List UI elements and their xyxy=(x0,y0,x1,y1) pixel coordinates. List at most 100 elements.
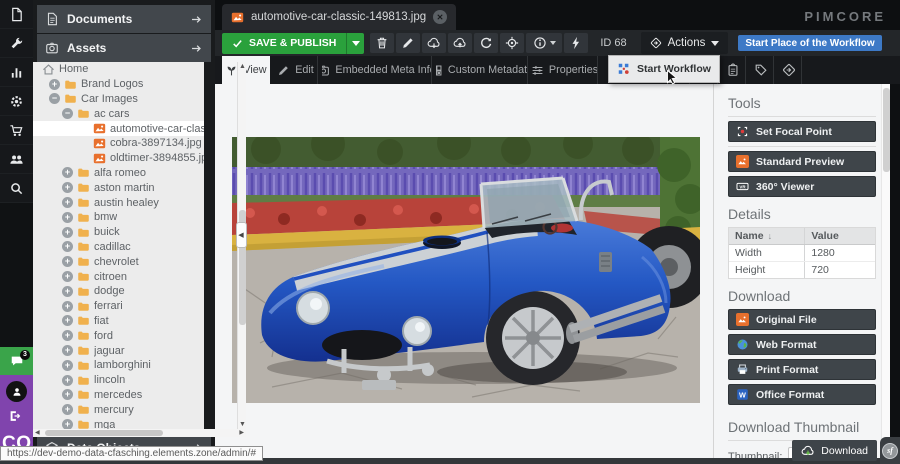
info-button[interactable] xyxy=(526,33,562,53)
tree-item[interactable]: +mercury xyxy=(33,402,204,417)
scrollbar-thumb[interactable] xyxy=(883,88,890,172)
tree-item[interactable]: +citroen xyxy=(33,269,204,284)
collapse-icon[interactable]: − xyxy=(62,108,73,119)
reload-button[interactable] xyxy=(474,33,498,53)
lightning-button[interactable] xyxy=(564,33,588,53)
document-icon[interactable] xyxy=(0,0,33,29)
tree-item[interactable]: Home xyxy=(33,62,204,77)
chat-button[interactable]: 3 xyxy=(0,347,33,375)
user-avatar-button[interactable] xyxy=(6,381,27,402)
tree-item[interactable]: −Car Images xyxy=(33,92,204,107)
save-publish-button[interactable]: SAVE & PUBLISH xyxy=(222,33,364,54)
tab-workflow[interactable] xyxy=(776,56,802,84)
edit-button[interactable] xyxy=(396,33,420,53)
print-format-button[interactable]: Print Format xyxy=(728,359,876,380)
expand-icon[interactable]: + xyxy=(62,345,73,356)
assets-panel-header[interactable]: Assets xyxy=(37,34,211,62)
tree-item[interactable]: +buick xyxy=(33,225,204,240)
tree-item[interactable]: +Brand Logos xyxy=(33,77,204,92)
expand-icon[interactable]: + xyxy=(62,389,73,400)
expand-icon[interactable]: + xyxy=(62,404,73,415)
asset-tab[interactable]: automotive-car-classic-149813.jpg xyxy=(222,4,456,30)
set-focal-point-button[interactable]: Set Focal Point xyxy=(728,121,876,142)
download-button[interactable]: Download xyxy=(792,440,877,461)
tree-item[interactable]: +chevrolet xyxy=(33,254,204,269)
360-viewer-button[interactable]: 360° Viewer xyxy=(728,176,876,197)
scroll-up-icon[interactable]: ▲ xyxy=(238,63,247,70)
expand-icon[interactable]: + xyxy=(62,212,73,223)
scroll-left-icon[interactable]: ◀ xyxy=(35,429,40,437)
tab-properties[interactable]: Properties xyxy=(532,56,598,84)
cloud-upload-button[interactable] xyxy=(448,33,472,53)
tree-item[interactable]: +austin healey xyxy=(33,195,204,210)
tab-custom-metadata[interactable]: Custom Metadata xyxy=(436,56,528,84)
expand-icon[interactable]: + xyxy=(62,167,73,178)
tree-item[interactable]: +cadillac xyxy=(33,240,204,255)
tree-item[interactable]: cobra-3897134.jpg xyxy=(33,136,204,151)
tree-item[interactable]: +mercedes xyxy=(33,388,204,403)
tab-edit[interactable]: Edit xyxy=(274,56,318,84)
expand-icon[interactable]: + xyxy=(62,419,73,429)
table-row[interactable]: Height720 xyxy=(729,262,875,278)
expand-icon[interactable]: + xyxy=(62,360,73,371)
trash-button[interactable] xyxy=(370,33,394,53)
tree-item[interactable]: +lincoln xyxy=(33,373,204,388)
tools-icon[interactable] xyxy=(0,29,33,58)
expand-icon[interactable]: + xyxy=(62,227,73,238)
expand-panel-icon[interactable] xyxy=(190,42,203,55)
tree-item[interactable]: +lamborghini xyxy=(33,358,204,373)
scroll-right-icon[interactable]: ▶ xyxy=(239,429,244,437)
expand-panel-icon[interactable] xyxy=(190,13,203,26)
expand-icon[interactable]: + xyxy=(62,330,73,341)
search-icon[interactable] xyxy=(0,174,33,203)
ecommerce-icon[interactable] xyxy=(0,116,33,145)
tree-item[interactable]: +alfa romeo xyxy=(33,166,204,181)
documents-panel-header[interactable]: Documents xyxy=(37,5,211,33)
close-tab-icon[interactable] xyxy=(433,10,447,24)
scroll-down-icon[interactable]: ▼ xyxy=(238,421,247,428)
tree-item[interactable]: +ferrari xyxy=(33,299,204,314)
collapse-icon[interactable]: − xyxy=(49,93,60,104)
expand-icon[interactable]: + xyxy=(62,256,73,267)
tree-item[interactable]: +fiat xyxy=(33,314,204,329)
details-table-header[interactable]: Name↓ Value xyxy=(729,228,875,245)
profiler-badge[interactable]: sf xyxy=(880,437,900,464)
logout-button[interactable] xyxy=(8,409,22,423)
tree-collapse-handle[interactable]: ◀ xyxy=(236,222,247,248)
expand-icon[interactable]: + xyxy=(62,271,73,282)
office-format-button[interactable]: Office Format xyxy=(728,384,876,405)
expand-icon[interactable]: + xyxy=(62,241,73,252)
tree-item[interactable]: +jaguar xyxy=(33,343,204,358)
actions-dropdown-button[interactable]: Actions xyxy=(641,32,729,54)
tab-clipboard[interactable] xyxy=(720,56,746,84)
reports-icon[interactable] xyxy=(0,58,33,87)
tree-item[interactable]: +dodge xyxy=(33,284,204,299)
expand-icon[interactable]: + xyxy=(62,301,73,312)
tree-horizontal-scrollbar[interactable]: ◀ ▶ xyxy=(33,429,246,437)
expand-icon[interactable]: + xyxy=(62,197,73,208)
tab-view[interactable]: View xyxy=(222,56,270,84)
expand-icon[interactable]: + xyxy=(62,286,73,297)
tree-item[interactable]: −ac cars xyxy=(33,106,204,121)
save-options-caret[interactable] xyxy=(346,33,364,54)
scrollbar-thumb[interactable] xyxy=(45,430,163,436)
expand-icon[interactable]: + xyxy=(62,315,73,326)
tree-item[interactable]: +bmw xyxy=(33,210,204,225)
expand-icon[interactable]: + xyxy=(62,375,73,386)
settings-icon[interactable] xyxy=(0,87,33,116)
cloud-download-button[interactable] xyxy=(422,33,446,53)
web-format-button[interactable]: Web Format xyxy=(728,334,876,355)
original-file-button[interactable]: Original File xyxy=(728,309,876,330)
tab-embedded-meta-info[interactable]: Embedded Meta Info xyxy=(322,56,432,84)
tree-item[interactable]: +ford xyxy=(33,328,204,343)
panel-scrollbar[interactable] xyxy=(881,84,890,458)
expand-icon[interactable]: + xyxy=(49,79,60,90)
users-icon[interactable] xyxy=(0,145,33,174)
tree-item[interactable]: automotive-car-classic-14 xyxy=(33,121,204,136)
focal-point-button[interactable] xyxy=(500,33,524,53)
standard-preview-button[interactable]: Standard Preview xyxy=(728,151,876,172)
table-row[interactable]: Width1280 xyxy=(729,245,875,262)
expand-icon[interactable]: + xyxy=(62,182,73,193)
tab-tag[interactable] xyxy=(748,56,774,84)
tree-item[interactable]: +aston martin xyxy=(33,180,204,195)
